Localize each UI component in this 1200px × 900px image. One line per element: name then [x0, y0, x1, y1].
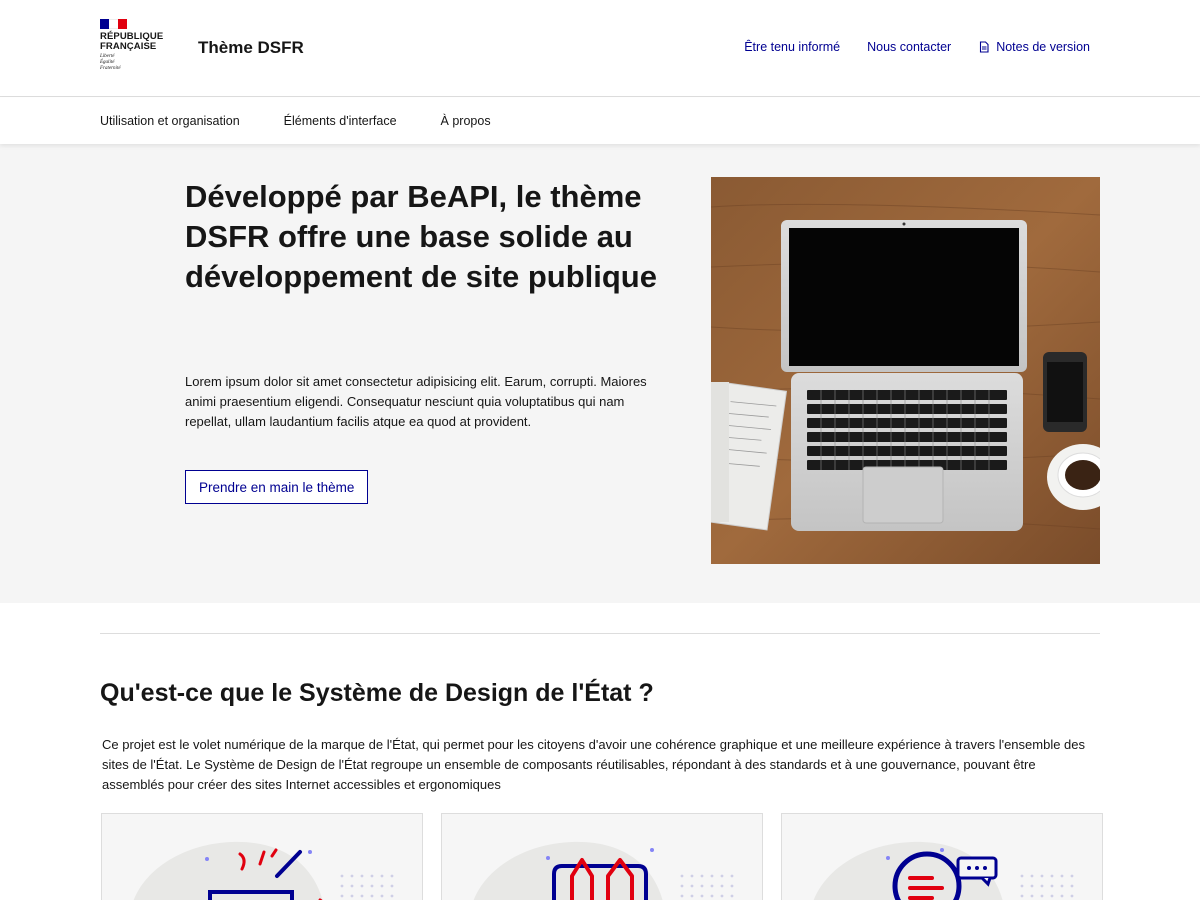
logo-line-2: FRANÇAISE: [100, 41, 157, 52]
main-navigation: Utilisation et organisation Éléments d'i…: [0, 98, 1200, 144]
conversation-pictogram-icon: [813, 841, 1074, 900]
quick-link-contact[interactable]: Nous contacter: [867, 40, 951, 54]
design-pencils-pictogram-icon: [473, 841, 734, 900]
tools-pictogram-icon: [133, 841, 394, 900]
laptop-on-desk-image: [711, 177, 1100, 564]
nav-item-about[interactable]: À propos: [441, 114, 491, 128]
site-title[interactable]: Thème DSFR: [198, 38, 304, 58]
card-conversation[interactable]: [781, 813, 1103, 900]
document-icon: [980, 41, 989, 53]
nav-item-usage[interactable]: Utilisation et organisation: [100, 114, 240, 128]
motto-fraternite: Fraternité: [100, 66, 121, 71]
nav-item-interface-elements[interactable]: Éléments d'interface: [284, 114, 397, 128]
hero-title: Développé par BeAPI, le thème DSFR offre…: [185, 179, 657, 294]
section-divider: [100, 633, 1100, 634]
quick-link-release-notes[interactable]: Notes de version: [978, 40, 1090, 54]
quick-link-label: Notes de version: [996, 40, 1090, 54]
hero-text: Lorem ipsum dolor sit amet consectetur a…: [185, 374, 647, 429]
hero-section: Développé par BeAPI, le thème DSFR offre…: [0, 144, 1200, 603]
site-header: RÉPUBLIQUE FRANÇAISE Liberté Égalité Fra…: [0, 0, 1200, 97]
quick-link-label: Être tenu informé: [744, 40, 841, 54]
quick-links: Être tenu informé Nous contacter Notes d…: [744, 40, 1090, 54]
french-flag-icon: [100, 19, 127, 29]
republique-francaise-logo[interactable]: RÉPUBLIQUE FRANÇAISE Liberté Égalité Fra…: [100, 19, 170, 81]
section-title: Qu'est-ce que le Système de Design de l'…: [100, 679, 654, 707]
card-tools[interactable]: [101, 813, 423, 900]
get-started-button[interactable]: Prendre en main le thème: [185, 470, 369, 504]
quick-link-label: Nous contacter: [867, 40, 952, 54]
cards-grid: [101, 813, 1103, 900]
card-design[interactable]: [441, 813, 763, 900]
section-text: Ce projet est le volet numérique de la m…: [102, 737, 1086, 792]
hero-image: [711, 177, 1100, 564]
quick-link-informed[interactable]: Être tenu informé: [744, 40, 840, 54]
